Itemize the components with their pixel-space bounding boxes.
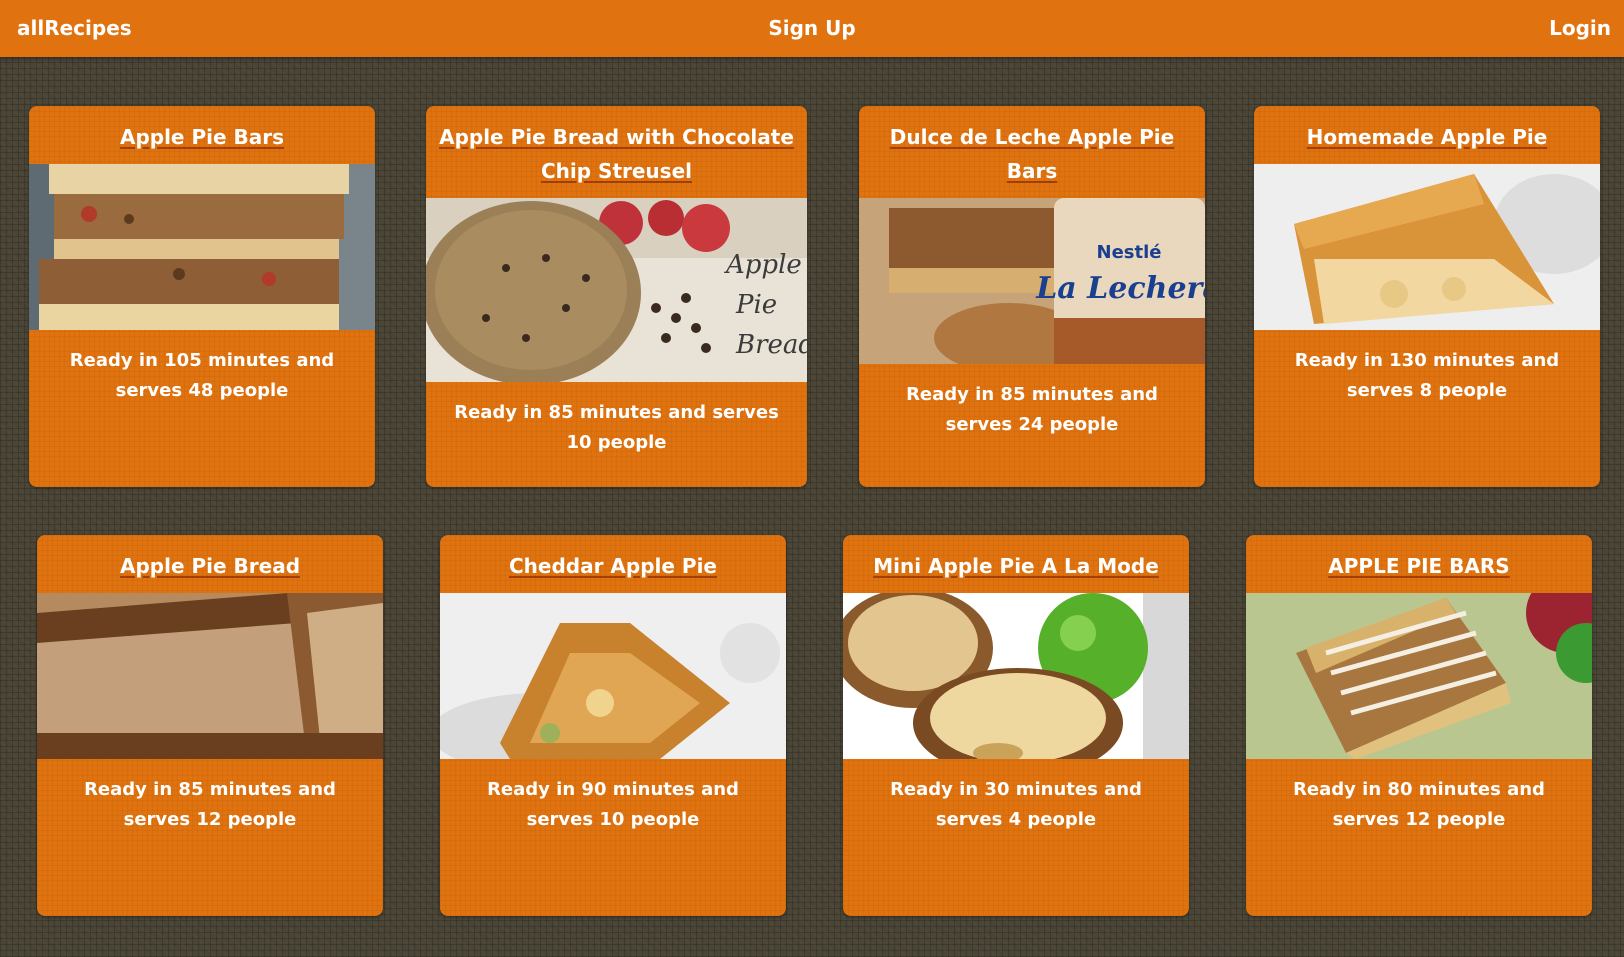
recipe-description: Ready in 85 minutes and serves 12 people xyxy=(84,779,336,830)
recipe-description: Ready in 105 minutes and serves 48 peopl… xyxy=(69,350,335,401)
recipe-image[interactable]: Apple Pie Bread xyxy=(426,198,807,382)
signup-link[interactable]: Sign Up xyxy=(0,14,1624,42)
recipe-image[interactable] xyxy=(1246,593,1592,759)
image-text-pie: Pie xyxy=(735,290,777,320)
recipe-description: Ready in 85 minutes and serves 24 people xyxy=(906,384,1158,435)
login-link[interactable]: Login xyxy=(1549,14,1611,42)
image-text-lechera: La Lechera xyxy=(1035,271,1205,306)
recipe-card[interactable]: Homemade Apple Pie Ready in 130 minutes … xyxy=(1254,106,1600,487)
recipe-title[interactable]: Apple Pie Bread with Chocolate Chip Stre… xyxy=(426,106,807,198)
recipe-image[interactable] xyxy=(37,593,383,759)
recipe-description: Ready in 85 minutes and serves 10 people xyxy=(454,402,779,453)
recipe-title[interactable]: Apple Pie Bars xyxy=(29,106,375,164)
recipe-title[interactable]: APPLE PIE BARS xyxy=(1246,535,1592,593)
recipe-title[interactable]: Mini Apple Pie A La Mode xyxy=(843,535,1189,593)
recipe-image[interactable]: Nestlé La Lechera xyxy=(859,198,1205,364)
recipe-title[interactable]: Cheddar Apple Pie xyxy=(440,535,786,593)
recipe-title[interactable]: Dulce de Leche Apple Pie Bars xyxy=(859,106,1205,198)
recipe-card[interactable]: Dulce de Leche Apple Pie Bars Nestlé La … xyxy=(859,106,1205,487)
recipe-card[interactable]: Apple Pie Bread Ready in 85 minutes and … xyxy=(37,535,383,916)
recipe-card[interactable]: Apple Pie Bread with Chocolate Chip Stre… xyxy=(426,106,807,487)
image-text-bread: Bread xyxy=(735,330,807,360)
recipe-description: Ready in 30 minutes and serves 4 people xyxy=(890,779,1142,830)
recipe-image[interactable] xyxy=(440,593,786,759)
recipe-image[interactable] xyxy=(843,593,1189,759)
recipe-description: Ready in 80 minutes and serves 12 people xyxy=(1293,779,1545,830)
recipe-image[interactable] xyxy=(1254,164,1600,330)
image-text-nestle: Nestlé xyxy=(1097,242,1162,263)
recipe-description: Ready in 90 minutes and serves 10 people xyxy=(487,779,739,830)
recipe-description: Ready in 130 minutes and serves 8 people xyxy=(1294,350,1560,401)
recipe-card[interactable]: Cheddar Apple Pie Ready in 90 minutes an… xyxy=(440,535,786,916)
top-navbar: allRecipes Sign Up Login xyxy=(0,0,1624,57)
signup-label: Sign Up xyxy=(768,16,856,40)
recipe-image[interactable] xyxy=(29,164,375,330)
recipe-card[interactable]: Apple Pie Bars Ready in 105 minutes and … xyxy=(29,106,375,487)
recipe-title[interactable]: Homemade Apple Pie xyxy=(1254,106,1600,164)
recipe-card[interactable]: Mini Apple Pie A La Mode Ready in 30 min… xyxy=(843,535,1189,916)
recipe-card[interactable]: APPLE PIE BARS Ready in 80 minutes and s… xyxy=(1246,535,1592,916)
image-text-apple: Apple xyxy=(724,250,802,280)
recipe-title[interactable]: Apple Pie Bread xyxy=(37,535,383,593)
